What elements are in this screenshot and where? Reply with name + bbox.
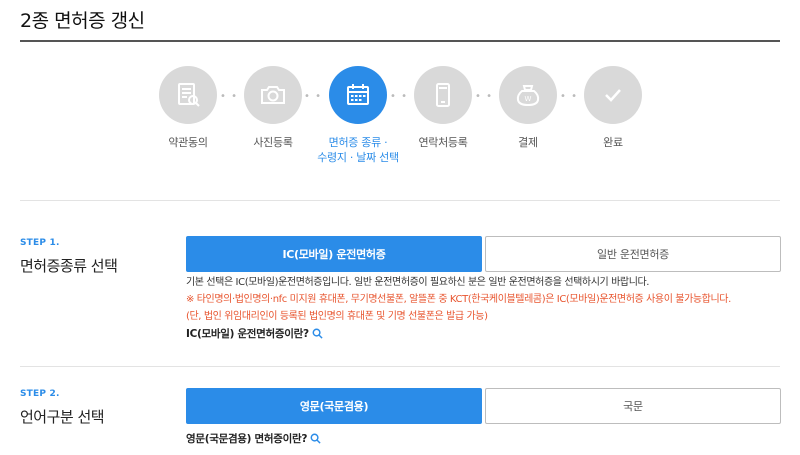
progress-step-complete: 완료: [558, 66, 668, 150]
check-icon: [584, 66, 642, 124]
payment-bag-icon: W: [499, 66, 557, 124]
section-divider: [20, 366, 780, 367]
svg-text:W: W: [525, 95, 532, 103]
camera-icon: [244, 66, 302, 124]
license-warning-line: ※ 타인명의·법인명의·nfc 미지원 휴대폰, 무기명선불폰, 알뜰폰 중 K…: [186, 294, 731, 305]
info-link-label: IC(모바일) 운전면허증이란?: [186, 328, 309, 340]
phone-icon: [414, 66, 472, 124]
step-tag: STEP 1.: [20, 238, 60, 248]
general-license-option-button[interactable]: 일반 운전면허증: [485, 236, 781, 272]
title-divider: [20, 40, 780, 42]
page-title: 2종 면허증 갱신: [20, 10, 145, 32]
progress-step-label: 완료: [603, 136, 623, 149]
search-icon: [310, 433, 321, 444]
license-notice: 기본 선택은 IC(모바일)운전면허증입니다. 일반 운전면허증이 필요하신 분…: [186, 274, 731, 325]
progress-step-label-line2: 수령지 · 날짜 선택: [317, 151, 399, 164]
section-title: 면허증종류 선택: [20, 257, 118, 275]
search-icon: [312, 328, 323, 339]
calendar-icon: [329, 66, 387, 124]
english-license-info-link[interactable]: 영문(국문겸용) 면허증이란?: [186, 431, 321, 446]
progress-step-label-line1: 면허증 종류 ·: [328, 136, 388, 149]
info-link-label: 영문(국문겸용) 면허증이란?: [186, 433, 308, 445]
document-search-icon: [159, 66, 217, 124]
license-notice-line: 기본 선택은 IC(모바일)운전면허증입니다. 일반 운전면허증이 필요하신 분…: [186, 277, 650, 288]
progress-steps: 약관동의 • • 사진등록 • • 면허증 종류 · 수령지 · 날짜 선택 •…: [0, 66, 800, 186]
license-warning-line: (단, 법인 위임대리인이 등록된 법인명의 휴대폰 및 기명 선불폰은 발급 …: [186, 311, 488, 322]
ic-license-info-link[interactable]: IC(모바일) 운전면허증이란?: [186, 326, 323, 341]
section-divider: [20, 200, 780, 201]
korean-license-option-button[interactable]: 국문: [485, 388, 781, 424]
ic-license-option-button[interactable]: IC(모바일) 운전면허증: [186, 236, 482, 272]
english-license-option-button[interactable]: 영문(국문겸용): [186, 388, 482, 424]
step-tag: STEP 2.: [20, 389, 60, 399]
section-title: 언어구분 선택: [20, 408, 105, 426]
